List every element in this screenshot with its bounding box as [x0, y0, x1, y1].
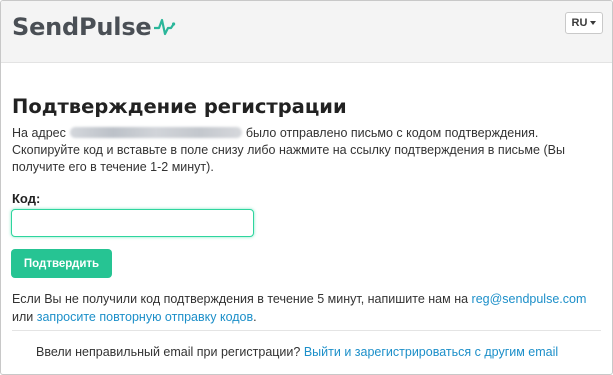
confirmation-section: Подтверждение регистрации На адрес было о…	[12, 93, 604, 176]
logout-reregister-link[interactable]: Выйти и зарегистрироваться с другим emai…	[304, 345, 558, 359]
footer-note: Ввели неправильный email при регистрации…	[36, 345, 558, 359]
page-frame: SendPulse RU Подтверждение регистрации Н…	[0, 0, 613, 375]
pulse-wave-icon	[153, 18, 175, 36]
logo-text: SendPulse	[12, 13, 152, 41]
caret-down-icon	[590, 21, 597, 25]
divider	[12, 330, 601, 331]
support-email-link[interactable]: reg@sendpulse.com	[472, 292, 587, 306]
language-dropdown[interactable]: RU	[565, 12, 603, 34]
footer-question: Ввели неправильный email при регистрации…	[36, 345, 301, 359]
confirmation-description: На адрес было отправлено письмо с кодом п…	[12, 125, 604, 176]
sendpulse-logo[interactable]: SendPulse	[12, 13, 176, 41]
page-title: Подтверждение регистрации	[12, 95, 347, 118]
help-text: Если Вы не получили код подтверждения в …	[12, 290, 607, 326]
help-end: .	[253, 310, 257, 324]
top-bar: SendPulse RU	[1, 1, 612, 63]
code-input[interactable]	[11, 209, 254, 237]
resend-code-link[interactable]: запросите повторную отправку кодов	[37, 310, 253, 324]
code-label: Код:	[12, 191, 41, 206]
blurred-email	[69, 127, 242, 138]
confirm-button[interactable]: Подтвердить	[11, 249, 112, 278]
desc-before-email: На адрес	[12, 126, 66, 140]
help-or: или	[12, 310, 34, 324]
language-label: RU	[571, 17, 588, 29]
help-message: Если Вы не получили код подтверждения в …	[12, 292, 469, 306]
